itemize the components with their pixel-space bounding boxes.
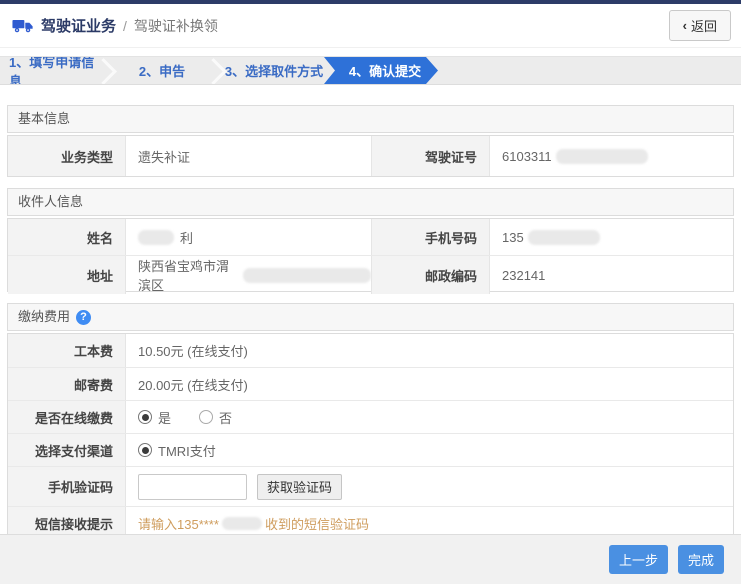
tmri-payment-label: TMRI支付 bbox=[158, 443, 216, 459]
license-number-value: 6103311 bbox=[490, 136, 733, 176]
step-4-confirm-submit-active[interactable]: 4、确认提交 bbox=[324, 57, 438, 84]
back-button[interactable]: ‹ 返回 bbox=[668, 10, 731, 41]
address-label: 地址 bbox=[8, 256, 126, 294]
breadcrumb-separator: / bbox=[123, 17, 127, 34]
table-row: 姓名 利 手机号码 135 bbox=[8, 219, 733, 255]
payment-fees-table: 工本费 10.50元 (在线支付) 邮寄费 20.00元 (在线支付) 是否在线… bbox=[7, 333, 734, 540]
phone-redacted bbox=[527, 229, 600, 245]
online-yes-label: 是 bbox=[158, 410, 172, 426]
page-title: 驾驶证业务 bbox=[41, 18, 117, 35]
sms-code-label: 手机验证码 bbox=[8, 467, 126, 506]
step-3-pickup-method[interactable]: 3、选择取件方式 bbox=[224, 57, 324, 84]
step-separator-icon bbox=[100, 57, 114, 84]
previous-step-button[interactable]: 上一步 bbox=[608, 545, 668, 574]
name-redacted bbox=[138, 229, 174, 245]
back-chevron-icon: ‹ bbox=[682, 18, 687, 33]
name-visible: 利 bbox=[180, 230, 194, 246]
table-row: 工本费 10.50元 (在线支付) bbox=[8, 334, 733, 367]
finish-button[interactable]: 完成 bbox=[677, 545, 724, 574]
step-separator-icon bbox=[210, 57, 224, 84]
postage-fee-value: 20.00元 (在线支付) bbox=[138, 377, 248, 393]
name-value: 利 bbox=[126, 219, 371, 255]
basic-info-section: 基本信息 业务类型 遗失补证 驾驶证号 6103311 bbox=[7, 105, 734, 177]
sms-code-input[interactable] bbox=[138, 473, 247, 500]
breadcrumb-current: 驾驶证补换领 bbox=[133, 17, 218, 34]
tmri-payment-option[interactable]: TMRI支付 bbox=[138, 441, 216, 460]
production-fee-label: 工本费 bbox=[8, 334, 126, 367]
recipient-info-title: 收件人信息 bbox=[18, 194, 84, 209]
phone-visible: 135 bbox=[502, 229, 524, 245]
recipient-info-section: 收件人信息 姓名 利 手机号码 135 地址 陕西省宝鸡市渭滨区 邮政编码 23… bbox=[7, 188, 734, 294]
table-row: 业务类型 遗失补证 驾驶证号 6103311 bbox=[8, 136, 733, 176]
sms-code-field-group: 获取验证码 bbox=[126, 467, 733, 506]
breadcrumb: 驾驶证业务 / 驾驶证补换领 bbox=[12, 15, 218, 36]
name-label: 姓名 bbox=[8, 219, 126, 255]
address-visible: 陕西省宝鸡市渭滨区 bbox=[138, 259, 230, 293]
online-payment-label: 是否在线缴费 bbox=[8, 401, 126, 433]
back-button-label: 返回 bbox=[690, 19, 717, 34]
payment-fees-section: 缴纳费用 ? 工本费 10.50元 (在线支付) 邮寄费 20.00元 (在线支… bbox=[7, 303, 734, 540]
step-1-fill-application[interactable]: 1、填写申请信息 bbox=[0, 57, 100, 84]
step-1-label: 1、填写申请信息 bbox=[9, 56, 95, 85]
production-fee-value: 10.50元 (在线支付) bbox=[138, 344, 248, 359]
address-value: 陕西省宝鸡市渭滨区 bbox=[126, 256, 371, 294]
sms-hint-suffix: 收到的短信验证码 bbox=[264, 516, 369, 532]
business-type-label: 业务类型 bbox=[8, 136, 126, 176]
step-3-label: 3、选择取件方式 bbox=[224, 64, 324, 79]
online-no-label: 否 bbox=[219, 410, 233, 426]
payment-fees-title: 缴纳费用 bbox=[18, 309, 71, 324]
step-progress-bar: 1、填写申请信息 2、申告 3、选择取件方式 4、确认提交 bbox=[0, 56, 741, 85]
table-row: 地址 陕西省宝鸡市渭滨区 邮政编码 232141 bbox=[8, 255, 733, 294]
basic-info-title: 基本信息 bbox=[18, 111, 71, 126]
get-code-button[interactable]: 获取验证码 bbox=[257, 473, 343, 500]
basic-info-header: 基本信息 bbox=[7, 105, 734, 133]
recipient-info-table: 姓名 利 手机号码 135 地址 陕西省宝鸡市渭滨区 邮政编码 232141 bbox=[7, 218, 734, 294]
online-payment-no-option[interactable]: 否 bbox=[199, 408, 232, 427]
sms-hint-redacted bbox=[221, 516, 262, 530]
payment-channel-options: TMRI支付 bbox=[126, 434, 733, 466]
postage-fee-label: 邮寄费 bbox=[8, 368, 126, 400]
radio-checked-icon bbox=[138, 410, 152, 424]
license-number-redacted bbox=[555, 148, 648, 164]
step-2-label: 2、申告 bbox=[138, 64, 186, 79]
payment-fees-header: 缴纳费用 ? bbox=[7, 303, 734, 331]
license-number-visible: 6103311 bbox=[502, 148, 552, 164]
step-2-declaration[interactable]: 2、申告 bbox=[114, 57, 210, 84]
truck-icon bbox=[12, 20, 33, 33]
online-payment-options: 是 否 bbox=[126, 401, 733, 433]
online-payment-yes-option[interactable]: 是 bbox=[138, 408, 171, 427]
phone-label: 手机号码 bbox=[371, 219, 490, 255]
table-row: 手机验证码 获取验证码 bbox=[8, 466, 733, 506]
address-redacted bbox=[243, 267, 371, 283]
footer-action-bar: 上一步 完成 bbox=[0, 534, 741, 584]
radio-checked-icon bbox=[138, 443, 152, 457]
sms-hint-prefix: 请输入135**** bbox=[138, 516, 219, 532]
table-row: 邮寄费 20.00元 (在线支付) bbox=[8, 367, 733, 400]
recipient-info-header: 收件人信息 bbox=[7, 188, 734, 216]
payment-channel-label: 选择支付渠道 bbox=[8, 434, 126, 466]
page-header: 驾驶证业务 / 驾驶证补换领 ‹ 返回 bbox=[0, 4, 741, 48]
zip-label: 邮政编码 bbox=[371, 256, 490, 294]
phone-value: 135 bbox=[490, 219, 733, 255]
business-type-value: 遗失补证 bbox=[138, 149, 191, 165]
basic-info-table: 业务类型 遗失补证 驾驶证号 6103311 bbox=[7, 135, 734, 177]
license-number-label: 驾驶证号 bbox=[371, 136, 490, 176]
help-icon[interactable]: ? bbox=[76, 309, 92, 325]
table-row: 是否在线缴费 是 否 bbox=[8, 400, 733, 433]
step-4-label: 4、确认提交 bbox=[348, 64, 422, 79]
radio-unchecked-icon bbox=[199, 410, 214, 424]
zip-value: 232141 bbox=[502, 267, 546, 283]
table-row: 选择支付渠道 TMRI支付 bbox=[8, 433, 733, 466]
